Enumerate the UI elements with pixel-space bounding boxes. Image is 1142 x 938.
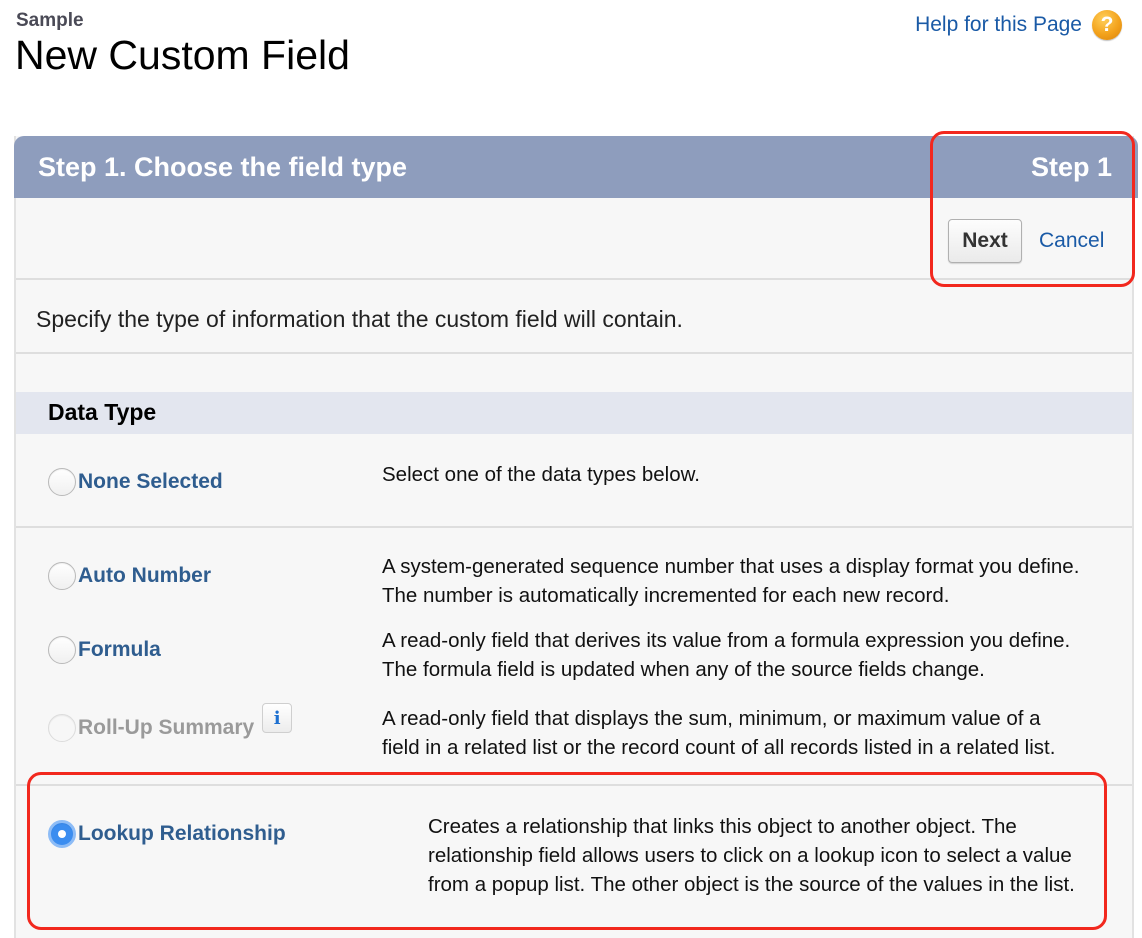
option-label: Roll-Up Summary <box>78 716 255 739</box>
block-title: Step 1. Choose the field type <box>38 151 408 182</box>
info-icon[interactable]: i <box>262 703 293 733</box>
radio-auto-number[interactable] <box>48 562 76 590</box>
field-type-block: Step 1. Choose the field type Step 1 Nex… <box>14 136 1138 938</box>
option-description: Creates a relationship that links this o… <box>428 815 1075 896</box>
object-name: Sample <box>16 10 84 31</box>
next-button[interactable]: Next <box>948 219 1022 263</box>
data-type-option: Roll-Up Summary i <box>48 703 293 742</box>
cancel-link[interactable]: Cancel <box>1039 229 1104 253</box>
button-row: Next Cancel <box>16 198 1132 280</box>
option-description: A read-only field that displays the sum,… <box>382 707 1056 759</box>
option-label[interactable]: Lookup Relationship <box>78 822 286 846</box>
section-header-data-type: Data Type <box>16 392 1132 434</box>
option-description: Select one of the data types below. <box>382 463 700 486</box>
radio-roll-up-summary <box>48 714 76 742</box>
option-description: A read-only field that derives its value… <box>382 629 1071 681</box>
data-type-row-roll-up-summary: Roll-Up Summary i A read-only field that… <box>16 678 1132 784</box>
data-type-option[interactable]: Auto Number <box>48 562 211 590</box>
option-label[interactable]: None Selected <box>78 470 223 494</box>
radio-lookup-relationship[interactable] <box>48 820 76 848</box>
data-type-row-auto-number: Auto Number A system-generated sequence … <box>16 526 1132 607</box>
page: Sample New Custom Field Help for this Pa… <box>0 0 1142 938</box>
page-title: New Custom Field <box>15 32 350 78</box>
data-type-row-none-selected: None Selected Select one of the data typ… <box>16 434 1132 526</box>
data-type-option[interactable]: Lookup Relationship <box>48 820 286 848</box>
data-type-option[interactable]: Formula <box>48 636 161 664</box>
data-type-row-lookup-relationship: Lookup Relationship Creates a relationsh… <box>16 784 1132 938</box>
radio-none-selected[interactable] <box>48 468 76 496</box>
question-mark-icon[interactable]: ? <box>1092 10 1122 40</box>
option-label[interactable]: Formula <box>78 638 161 662</box>
data-type-row-formula: Formula A read-only field that derives i… <box>16 602 1132 681</box>
help-link-label: Help for this Page <box>915 13 1082 36</box>
instructions-text: Specify the type of information that the… <box>16 280 1132 354</box>
radio-formula[interactable] <box>48 636 76 664</box>
help-for-this-page-link[interactable]: Help for this Page ? <box>915 10 1122 40</box>
data-type-option[interactable]: None Selected <box>48 468 223 496</box>
step-indicator: Step 1 <box>1030 151 1112 182</box>
block-header: Step 1. Choose the field type Step 1 <box>14 136 1138 198</box>
option-label[interactable]: Auto Number <box>78 564 211 588</box>
